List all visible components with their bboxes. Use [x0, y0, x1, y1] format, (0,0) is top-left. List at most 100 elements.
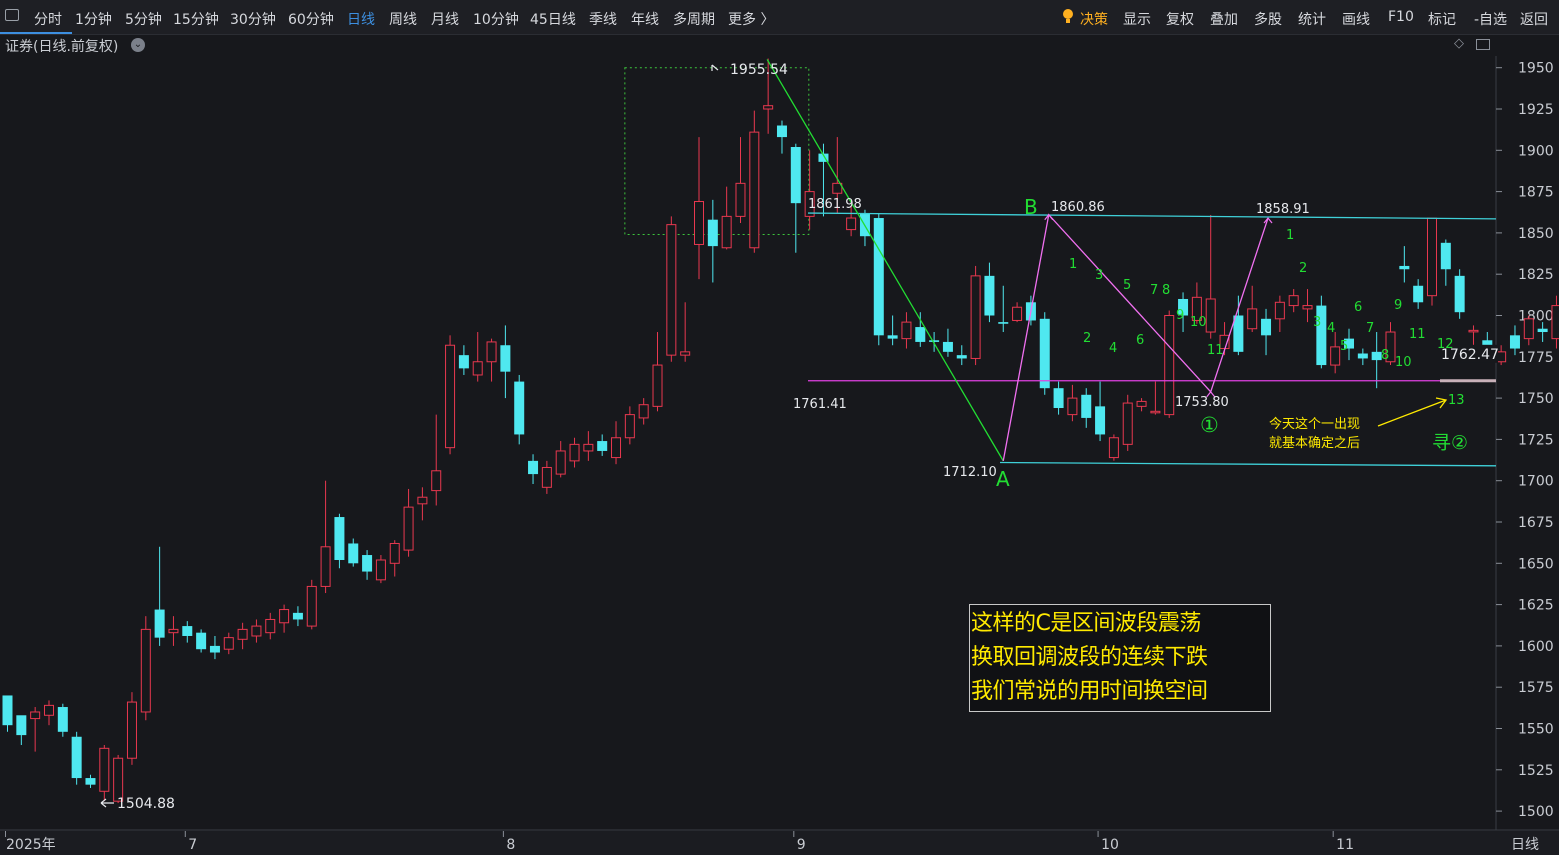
candle-body-down	[929, 340, 940, 342]
wave-count-label: 7	[1366, 321, 1374, 336]
candle-body-up	[1150, 410, 1161, 414]
diamond-icon[interactable]: ◇	[1454, 36, 1464, 51]
tab-5[interactable]: 60分钟	[288, 9, 334, 29]
price-tick-label: 1750	[1518, 391, 1554, 407]
tab-9[interactable]: 10分钟	[473, 9, 519, 29]
candle-body-up	[1330, 346, 1341, 366]
tool-button-1[interactable]: 显示	[1123, 9, 1151, 29]
candle-body-up	[279, 609, 290, 624]
wave-count-label: 8	[1381, 348, 1389, 363]
candle-body-down	[887, 335, 898, 339]
candle-body-up	[1205, 298, 1216, 333]
wave-count-label: 10	[1190, 315, 1207, 330]
layout-icon[interactable]	[1476, 39, 1490, 50]
candle-body-down	[1509, 335, 1520, 349]
tab-10[interactable]: 45日线	[530, 9, 576, 29]
tab-12[interactable]: 年线	[631, 9, 659, 29]
candle-body-down	[458, 355, 469, 369]
wave-count-label: 11	[1207, 343, 1224, 358]
peak-label: 1955.54	[730, 62, 788, 78]
tab-7[interactable]: 周线	[389, 9, 417, 29]
tab-0[interactable]: 分时	[34, 9, 62, 29]
wave-count-label: 9	[1394, 298, 1402, 313]
candle-body-down	[1537, 328, 1548, 333]
tool-button-9[interactable]: -自选	[1474, 9, 1507, 29]
candle-body-up	[666, 224, 677, 356]
tab-2[interactable]: 5分钟	[125, 9, 162, 29]
candle-body-up	[652, 364, 663, 407]
candle-body-down	[1357, 353, 1368, 359]
candle-body-down	[2, 695, 13, 726]
candle-body-down	[776, 125, 787, 138]
tool-button-2[interactable]: 复权	[1166, 9, 1194, 29]
candle-body-down	[85, 778, 96, 785]
candle-body-up	[99, 747, 110, 792]
tab-1[interactable]: 1分钟	[75, 9, 112, 29]
panel-toggle-icon[interactable]	[5, 9, 19, 21]
tab-13[interactable]: 多周期	[673, 9, 715, 29]
tool-button-7[interactable]: F10	[1388, 9, 1414, 25]
tool-button-8[interactable]: 标记	[1428, 9, 1456, 29]
candle-body-down	[292, 612, 303, 620]
price-tick-label: 1625	[1518, 598, 1554, 614]
tab-11[interactable]: 季线	[589, 9, 617, 29]
tab-8[interactable]: 月线	[431, 9, 459, 29]
tool-button-10[interactable]: 返回	[1520, 9, 1548, 29]
tool-button-4[interactable]: 多股	[1254, 9, 1282, 29]
wave-count-label: 3	[1095, 268, 1103, 283]
tool-button-5[interactable]: 统计	[1298, 9, 1326, 29]
candle-body-up	[140, 628, 151, 713]
candle-body-up	[1426, 217, 1437, 297]
tool-button-3[interactable]: 叠加	[1210, 9, 1238, 29]
low-a-label: 1712.10	[943, 465, 997, 480]
candle-body-down	[984, 275, 995, 316]
tab-3[interactable]: 15分钟	[173, 9, 219, 29]
candle-body-up	[611, 437, 622, 459]
candle-body-up	[472, 361, 483, 376]
candle-body-up	[403, 506, 414, 551]
candle-body-down	[16, 715, 27, 736]
candle-body-up	[846, 217, 857, 231]
price-tick-label: 1875	[1518, 185, 1554, 201]
candle-body-down	[71, 736, 82, 779]
range-bottom-label: 1761.41	[793, 397, 847, 412]
candle-body-down	[998, 322, 1009, 324]
candle-body-up	[431, 470, 442, 492]
price-tick-label: 1850	[1518, 226, 1554, 242]
candle-body-up	[43, 704, 54, 716]
candle-body-down	[707, 219, 718, 247]
candle-body-up	[445, 344, 456, 449]
annotation-line-3: 我们常说的用时间换空间	[971, 679, 1208, 704]
candle-body-up	[223, 637, 234, 650]
b-value-label: 1860.86	[1051, 200, 1105, 215]
candle-body-down	[209, 645, 220, 653]
price-tick-label: 1675	[1518, 515, 1554, 531]
candle-body-up	[113, 757, 124, 802]
tab-6[interactable]: 日线	[347, 9, 375, 29]
period-toolbar: 分时 1分钟 5分钟 15分钟 30分钟 60分钟 日线 周线 月线 10分钟 45日线 季线 年线 多周…	[0, 0, 1559, 35]
price-tick-label: 1925	[1518, 102, 1554, 118]
tool-button-6[interactable]: 画线	[1342, 9, 1370, 29]
candle-body-up	[389, 542, 400, 564]
candle-body-down	[597, 441, 608, 451]
chevron-down-icon[interactable]: ⌄	[131, 38, 145, 52]
candle-body-up	[168, 628, 179, 634]
candle-body-down	[942, 341, 953, 352]
kline-chart[interactable]: 1500152515501575160016251650167517001725…	[0, 56, 1559, 855]
candle-body-up	[638, 404, 649, 419]
wave-count-label: 10	[1395, 355, 1412, 370]
tab-14[interactable]: 更多 〉	[728, 9, 774, 29]
price-tick-label: 1800	[1518, 309, 1554, 325]
wave-count-label: 8	[1162, 283, 1170, 298]
candle-body-down	[1039, 318, 1050, 389]
tool-button-0[interactable]: 决策	[1080, 9, 1108, 29]
candle-body-down	[1399, 265, 1410, 270]
candle-body-down	[873, 218, 884, 336]
wave-count-label: 7	[1150, 283, 1158, 298]
candle-body-down	[196, 632, 207, 650]
kline-chart-area[interactable]: 1500 1525 1550 1575 1600 1625 1650 1675 1700 1725…	[0, 56, 1559, 855]
candle-body-up	[1247, 308, 1258, 330]
annotation-box: 这样的C是区间波段震荡 换取回调波段的连续下跌 我们常说的用时间换空间	[969, 604, 1271, 712]
candle-body-up	[1067, 397, 1078, 416]
tab-4[interactable]: 30分钟	[230, 9, 276, 29]
